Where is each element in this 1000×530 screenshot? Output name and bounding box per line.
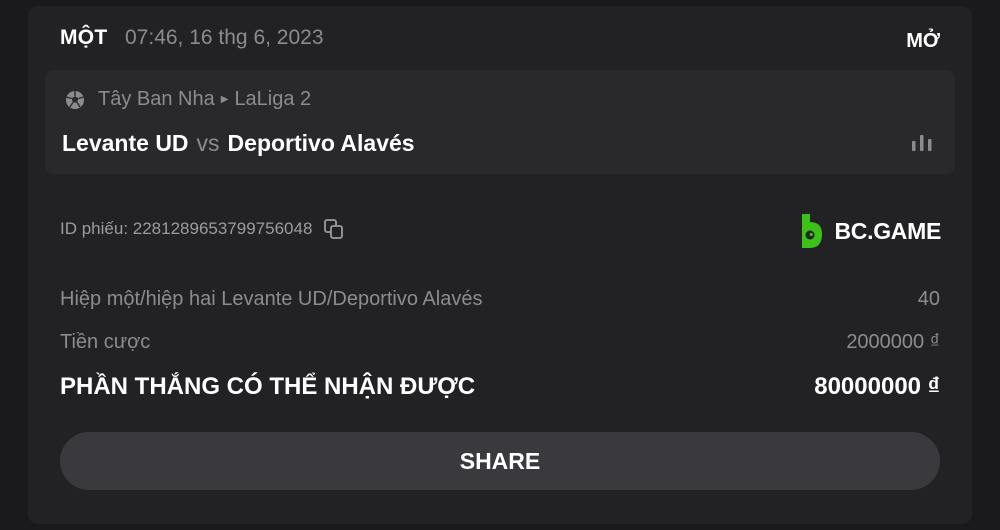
bet-datetime: 07:46, 16 thg 6, 2023 — [125, 26, 324, 49]
payout-value: 80000000 ₫ — [814, 373, 940, 400]
ticket-id-row: ID phiếu: 2281289653799756048 — [60, 218, 345, 240]
share-button[interactable]: SHARE — [60, 432, 940, 490]
bet-slip-card: MỘT 07:46, 16 thg 6, 2023 MỞ Tây Ban Nha… — [28, 6, 972, 524]
bar-chart-icon[interactable] — [911, 133, 933, 153]
breadcrumb: Tây Ban Nha ▶ LaLiga 2 — [65, 88, 311, 111]
country-label[interactable]: Tây Ban Nha — [98, 88, 215, 111]
stake-row: Tiền cược 2000000 ₫ — [60, 331, 940, 354]
payout-row: PHẦN THẮNG CÓ THỂ NHẬN ĐƯỢC 80000000 ₫ — [60, 373, 940, 401]
copy-icon[interactable] — [323, 218, 345, 240]
home-team: Levante UD — [62, 130, 189, 156]
market-row: Hiệp một/hiệp hai Levante UD/Deportivo A… — [60, 288, 940, 311]
odds-value: 40 — [917, 288, 940, 310]
market-label: Hiệp một/hiệp hai Levante UD/Deportivo A… — [60, 288, 483, 310]
bc-game-logo-icon — [802, 214, 823, 248]
payout-label: PHẦN THẮNG CÓ THỂ NHẬN ĐƯỢC — [60, 373, 476, 400]
bet-status: MỞ — [906, 30, 940, 52]
breadcrumb-arrow-icon: ▶ — [220, 94, 229, 105]
stake-value: 2000000 ₫ — [846, 331, 940, 353]
match-teams: Levante UD vs Deportivo Alavés — [62, 130, 415, 157]
ticket-id: ID phiếu: 2281289653799756048 — [60, 219, 313, 238]
brand-name: BC.GAME — [834, 217, 941, 244]
soccer-ball-icon — [66, 90, 84, 109]
bet-type: MỘT — [60, 26, 108, 49]
league-label[interactable]: LaLiga 2 — [234, 88, 311, 111]
away-team: Deportivo Alavés — [227, 130, 415, 156]
match-panel[interactable]: Tây Ban Nha ▶ LaLiga 2 Levante UD vs Dep… — [45, 70, 955, 174]
brand: BC.GAME — [798, 212, 941, 250]
vs-label: vs — [196, 130, 220, 156]
stake-label: Tiền cược — [60, 331, 151, 353]
